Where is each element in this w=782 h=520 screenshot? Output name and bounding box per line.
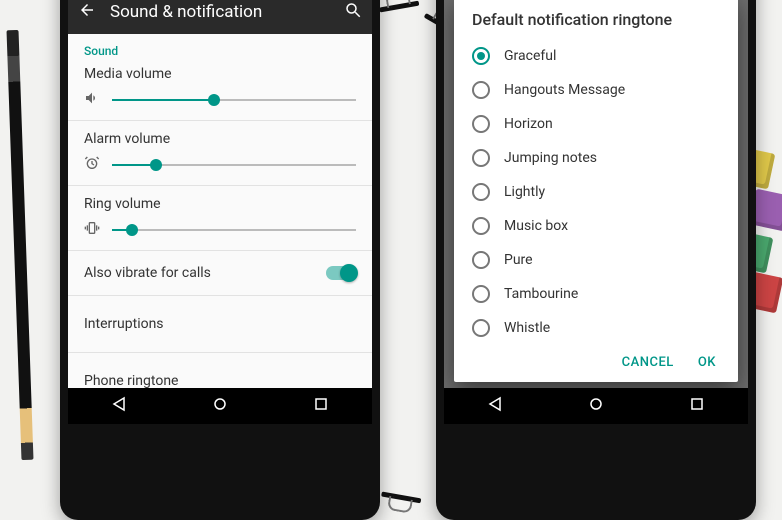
alarm-icon [84, 155, 102, 175]
vibrate-toggle[interactable] [326, 266, 356, 280]
dialog-title: Default notification ringtone [472, 10, 720, 29]
ringtone-label: Tambourine [504, 286, 578, 302]
volume-slider[interactable] [112, 99, 356, 101]
phone-right: 7° 100% 12:34 RAIPDNWShow all notificati… [436, 0, 756, 520]
ringtone-label: Hangouts Message [504, 82, 625, 98]
ringtone-option[interactable]: Whistle [472, 311, 720, 345]
ringtone-option[interactable]: Jumping notes [472, 141, 720, 175]
divider [68, 295, 372, 296]
volume-slider-row: Alarm volume [84, 131, 356, 175]
ringtone-label: Whistle [504, 320, 550, 336]
app-bar: Sound & notification [68, 0, 372, 34]
section-header-sound: Sound [84, 44, 356, 58]
radio-icon [472, 319, 490, 337]
back-icon[interactable] [78, 1, 96, 23]
divider [68, 120, 372, 121]
ok-button[interactable]: OK [698, 355, 716, 370]
vibrate-for-calls-row[interactable]: Also vibrate for calls [84, 261, 356, 285]
settings-row-label: Interruptions [84, 316, 356, 332]
search-icon[interactable] [344, 1, 362, 23]
ringtone-label: Pure [504, 252, 533, 268]
radio-icon [472, 115, 490, 133]
radio-icon [472, 149, 490, 167]
radio-icon [472, 183, 490, 201]
ringtone-option[interactable]: Lightly [472, 175, 720, 209]
radio-icon [472, 81, 490, 99]
volume-slider-row: Media volume [84, 66, 356, 110]
ringtone-label: Graceful [504, 48, 556, 64]
nav-home-icon[interactable] [588, 396, 604, 416]
binder-clip [379, 1, 421, 22]
nav-bar [444, 388, 748, 424]
divider [68, 352, 372, 353]
vibrate-icon [84, 220, 102, 240]
ringtone-option[interactable]: Hangouts Message [472, 73, 720, 107]
volume-slider-row: Ring volume [84, 196, 356, 240]
ringtone-label: Lightly [504, 184, 545, 200]
nav-back-icon[interactable] [111, 396, 127, 416]
settings-list[interactable]: Sound Media volume Alarm volume Ring volum… [68, 34, 372, 424]
nav-bar [68, 388, 372, 424]
divider [68, 250, 372, 251]
pencil-prop [7, 30, 34, 460]
radio-icon [472, 251, 490, 269]
divider [68, 185, 372, 186]
phone-left: 7° 100% 12:33 Sound & notification Sou [60, 0, 380, 520]
nav-recent-icon[interactable] [689, 396, 705, 416]
nav-recent-icon[interactable] [313, 396, 329, 416]
cancel-button[interactable]: CANCEL [622, 355, 674, 370]
volume-slider[interactable] [112, 164, 356, 166]
ringtone-dialog: Default notification ringtone Graceful Ha… [454, 0, 738, 382]
settings-row[interactable]: Interruptions [84, 306, 356, 342]
slider-label: Ring volume [84, 196, 356, 212]
nav-back-icon[interactable] [487, 396, 503, 416]
ringtone-options[interactable]: Graceful Hangouts Message Horizon Jumping n… [472, 39, 720, 349]
ringtone-option[interactable]: Tambourine [472, 277, 720, 311]
speaker-icon [84, 90, 102, 110]
slider-label: Media volume [84, 66, 356, 82]
volume-slider[interactable] [112, 229, 356, 231]
radio-icon [472, 217, 490, 235]
screen-left: 7° 100% 12:33 Sound & notification Sou [68, 0, 372, 424]
toggle-label: Also vibrate for calls [84, 265, 211, 281]
settings-row-label: Phone ringtone [84, 373, 356, 389]
ringtone-option[interactable]: Music box [472, 209, 720, 243]
slider-label: Alarm volume [84, 131, 356, 147]
ringtone-label: Music box [504, 218, 568, 234]
ringtone-option[interactable]: Pure [472, 243, 720, 277]
radio-icon [472, 47, 490, 65]
binder-clip [381, 483, 423, 504]
ringtone-option[interactable]: Graceful [472, 39, 720, 73]
ringtone-option[interactable]: Horizon [472, 107, 720, 141]
page-title: Sound & notification [110, 2, 330, 22]
nav-home-icon[interactable] [212, 396, 228, 416]
screen-right: 7° 100% 12:34 RAIPDNWShow all notificati… [444, 0, 748, 424]
radio-icon [472, 285, 490, 303]
ringtone-label: Jumping notes [504, 150, 597, 166]
ringtone-label: Horizon [504, 116, 553, 132]
